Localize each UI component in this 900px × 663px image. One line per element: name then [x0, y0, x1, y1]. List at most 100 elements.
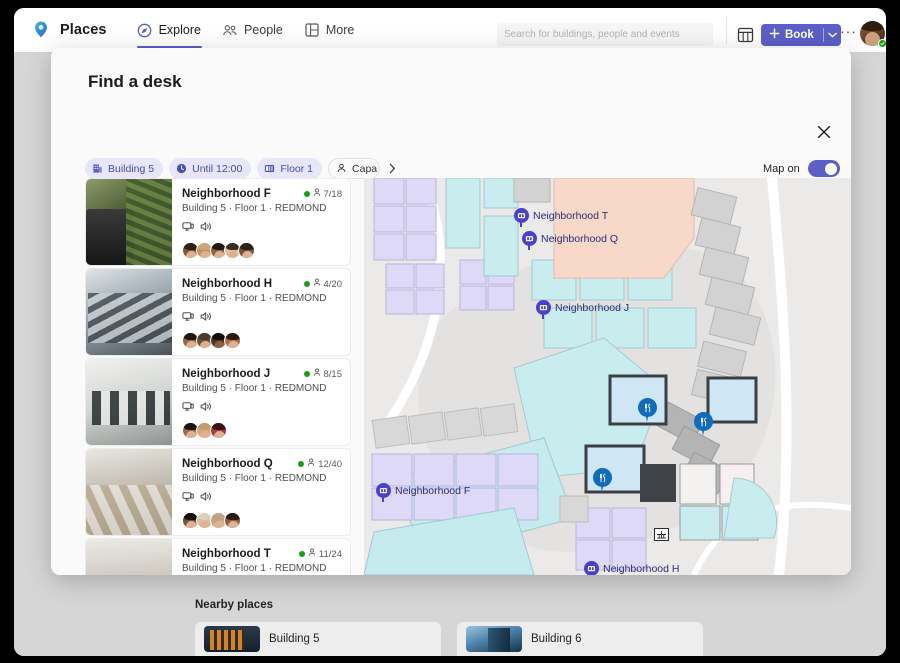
book-button-main[interactable]: Book	[761, 24, 823, 46]
nav-label-people: People	[244, 23, 283, 37]
chip-building[interactable]: Building 5	[85, 158, 163, 179]
list-item-body: Neighborhood Q 12/40 Building 5	[172, 449, 350, 535]
nav-item-more[interactable]: More	[296, 16, 363, 44]
list-item-subtitle: Building 5 · Floor 1 · REDMOND	[182, 293, 342, 304]
capacity-badge: 12/40	[298, 458, 342, 470]
search-wrapper	[497, 23, 713, 46]
avatar	[224, 332, 241, 349]
list-item[interactable]: Neighborhood H 4/20 Building 5	[85, 268, 351, 356]
list-item-subtitle: Building 5 · Floor 1 · REDMOND	[182, 203, 342, 214]
list-item-subtitle: Building 5 · Floor 1 · REDMOND	[182, 473, 342, 484]
desk-pin-icon	[584, 561, 599, 575]
capacity-badge: 11/24	[299, 548, 342, 560]
avatar	[210, 422, 227, 439]
chevron-right-icon[interactable]	[384, 158, 401, 179]
desk-pin-icon	[514, 208, 529, 223]
chip-label-time: Until 12:00	[192, 163, 242, 175]
list-item-body: Neighborhood H 4/20 Building 5	[172, 269, 350, 355]
nav-label-explore: Explore	[159, 23, 201, 37]
presence-badge	[878, 39, 886, 48]
capacity-value: 12/40	[318, 459, 342, 470]
amenities-row	[182, 219, 342, 237]
dialog-title: Find a desk	[88, 72, 182, 92]
map-pin-neighborhood-f[interactable]: Neighborhood F	[376, 483, 470, 498]
close-icon[interactable]	[811, 119, 837, 145]
list-item-body: Neighborhood T 11/24 Building 5	[172, 539, 350, 575]
restaurant-icon[interactable]	[593, 468, 612, 487]
stairs-icon	[654, 528, 669, 541]
capacity-value: 8/15	[324, 369, 343, 380]
status-dot-icon	[299, 551, 305, 557]
map-pin-neighborhood-h[interactable]: Neighborhood H	[584, 561, 679, 575]
map-toggle-switch[interactable]	[808, 160, 840, 177]
primary-nav: Explore People	[129, 16, 364, 44]
chip-label-capacity: Capa	[352, 163, 377, 175]
nearby-places-title: Nearby places	[195, 599, 273, 611]
avatar	[224, 512, 241, 529]
building-icon	[92, 163, 103, 174]
book-button-label: Book	[785, 29, 814, 41]
floor-map[interactable]: Neighborhood T Neighborhood Q Neighborho…	[364, 178, 851, 575]
capacity-value: 4/20	[324, 279, 343, 290]
list-item[interactable]: Neighborhood T 11/24 Building 5	[85, 538, 351, 575]
attendee-avatars	[182, 332, 342, 349]
desk-pin-icon	[522, 231, 537, 246]
display-icon	[182, 309, 194, 327]
list-item[interactable]: Neighborhood F 7/18 Building 5	[85, 178, 351, 266]
calendar-icon[interactable]	[736, 25, 756, 45]
neighborhood-list[interactable]: Neighborhood F 7/18 Building 5	[85, 178, 357, 575]
list-item-body: Neighborhood J 8/15 Building 5	[172, 359, 350, 445]
overflow-menu-button[interactable]: ···	[840, 26, 857, 36]
status-dot-icon	[298, 461, 304, 467]
chip-label-building: Building 5	[108, 163, 154, 175]
display-icon	[182, 219, 194, 237]
map-pin-label: Neighborhood F	[395, 485, 470, 497]
status-dot-icon	[304, 281, 310, 287]
building-5-photo	[204, 626, 260, 652]
brand-name: Places	[60, 22, 107, 38]
desk-photo-open-office	[86, 269, 172, 355]
chip-time[interactable]: Until 12:00	[169, 158, 251, 179]
desk-pin-icon	[536, 300, 551, 315]
person-icon	[313, 188, 321, 200]
search-input[interactable]	[497, 23, 713, 46]
list-item[interactable]: Neighborhood Q 12/40 Building 5	[85, 448, 351, 536]
restaurant-icon[interactable]	[694, 412, 713, 431]
nearby-card-building-6[interactable]: Building 6	[457, 622, 703, 656]
speaker-icon	[200, 219, 212, 237]
person-icon	[313, 278, 321, 290]
speaker-icon	[200, 309, 212, 327]
book-button[interactable]: Book	[761, 24, 841, 46]
avatar	[238, 242, 255, 259]
nearby-label-building-5: Building 5	[269, 633, 320, 645]
map-toggle-label: Map on	[763, 163, 800, 175]
map-pin-neighborhood-q[interactable]: Neighborhood Q	[522, 231, 618, 246]
places-globe-icon	[30, 19, 52, 41]
floorplan-icon	[264, 163, 275, 174]
list-item[interactable]: Neighborhood J 8/15 Building 5	[85, 358, 351, 446]
restaurant-icon[interactable]	[638, 398, 657, 417]
clock-icon	[176, 163, 187, 174]
nav-item-explore[interactable]: Explore	[129, 16, 210, 44]
map-pin-neighborhood-t[interactable]: Neighborhood T	[514, 208, 608, 223]
chip-capacity[interactable]: Capa	[328, 158, 380, 179]
chevron-down-icon[interactable]	[824, 24, 841, 46]
brand: Places	[30, 19, 107, 41]
person-icon	[313, 368, 321, 380]
chip-floor[interactable]: Floor 1	[257, 158, 322, 179]
list-item-body: Neighborhood F 7/18 Building 5	[172, 179, 350, 265]
nearby-card-building-5[interactable]: Building 5	[195, 622, 441, 656]
status-dot-icon	[304, 191, 310, 197]
desk-photo-monitors	[86, 359, 172, 445]
find-a-desk-dialog: Find a desk	[51, 48, 851, 575]
people-icon	[222, 22, 238, 38]
amenities-row	[182, 309, 342, 327]
attendee-avatars	[182, 242, 342, 259]
attendee-avatars	[182, 422, 342, 439]
map-pin-neighborhood-j[interactable]: Neighborhood J	[536, 300, 629, 315]
list-item-subtitle: Building 5 · Floor 1 · REDMOND	[182, 383, 342, 394]
plus-icon	[769, 28, 780, 42]
nav-item-people[interactable]: People	[214, 16, 292, 44]
nearby-label-building-6: Building 6	[531, 633, 582, 645]
nearby-places-section: Nearby places Building 5 Building 6	[14, 596, 886, 656]
